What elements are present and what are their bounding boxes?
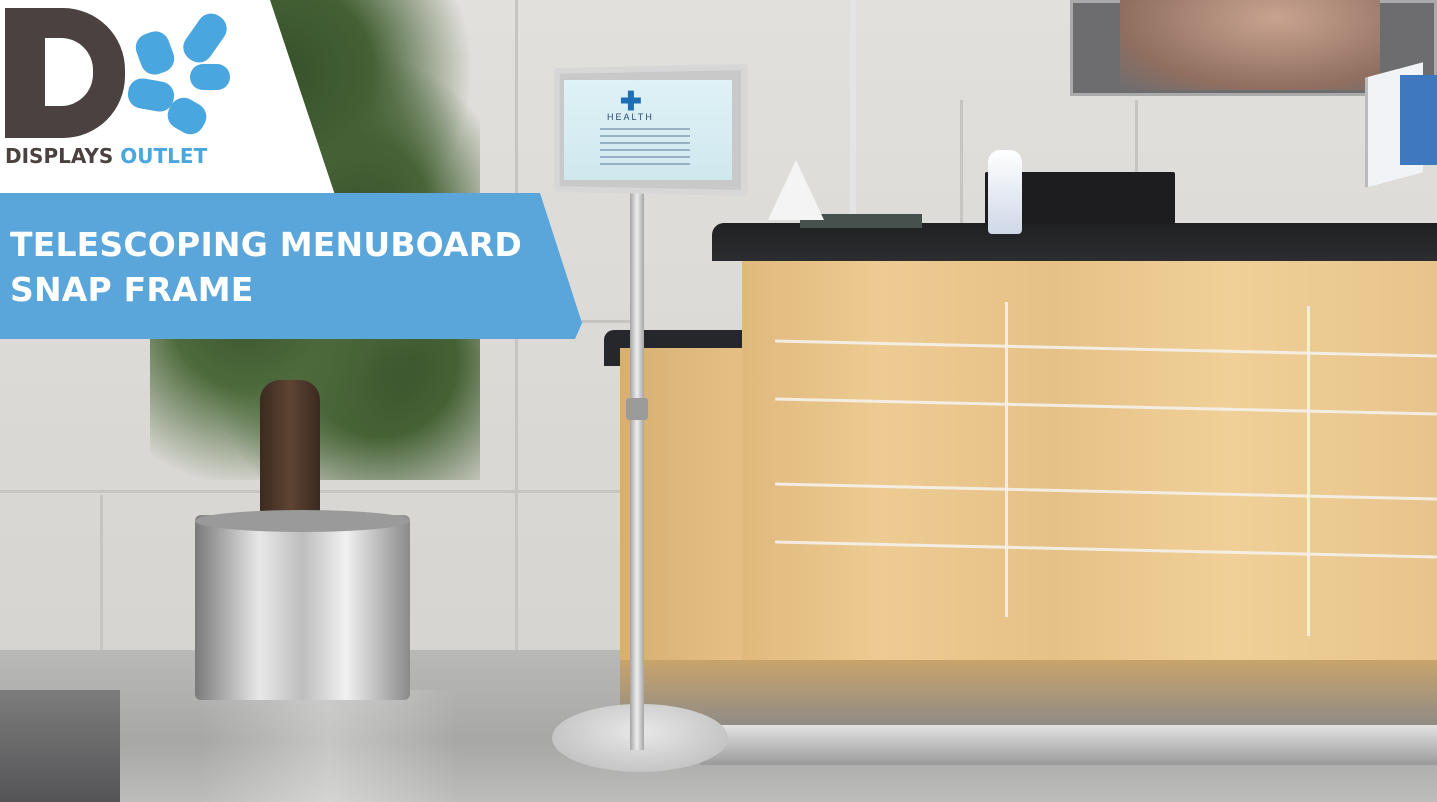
reception-counter-top bbox=[712, 223, 1437, 261]
height-clamp bbox=[626, 398, 648, 420]
floor-reflection bbox=[200, 690, 460, 802]
steel-planter-rim bbox=[195, 510, 410, 532]
desk-scanner bbox=[988, 150, 1022, 234]
logo-word-displays: DISPLAYS bbox=[5, 144, 114, 168]
logo-wordmark: DISPLAYS OUTLET bbox=[5, 144, 207, 168]
desk-name-tent bbox=[768, 160, 824, 220]
floor-shadow bbox=[0, 690, 120, 802]
title-banner bbox=[0, 193, 582, 339]
ceiling-pole bbox=[850, 0, 856, 215]
desk-groove bbox=[1307, 306, 1310, 636]
poster-title: HEALTH bbox=[607, 112, 654, 122]
reception-desk-kick-plate bbox=[700, 725, 1437, 765]
steel-planter bbox=[195, 515, 410, 700]
desk-flag-blue bbox=[1400, 75, 1437, 165]
wall-joint bbox=[0, 490, 640, 493]
wall-screen-image bbox=[1120, 0, 1380, 90]
desk-groove bbox=[1005, 302, 1008, 617]
telescoping-pole bbox=[630, 190, 644, 750]
reception-desk-base bbox=[620, 660, 1437, 730]
banner-title-line-1: TELESCOPING MENUBOARD bbox=[10, 225, 522, 264]
logo-word-outlet: OUTLET bbox=[120, 144, 208, 168]
poster-body-text bbox=[600, 128, 690, 168]
reception-desk bbox=[742, 250, 1437, 690]
banner-title-line-2: SNAP FRAME bbox=[10, 270, 254, 309]
wall-joint bbox=[960, 100, 963, 230]
logo-c-burst-icon bbox=[125, 8, 238, 140]
